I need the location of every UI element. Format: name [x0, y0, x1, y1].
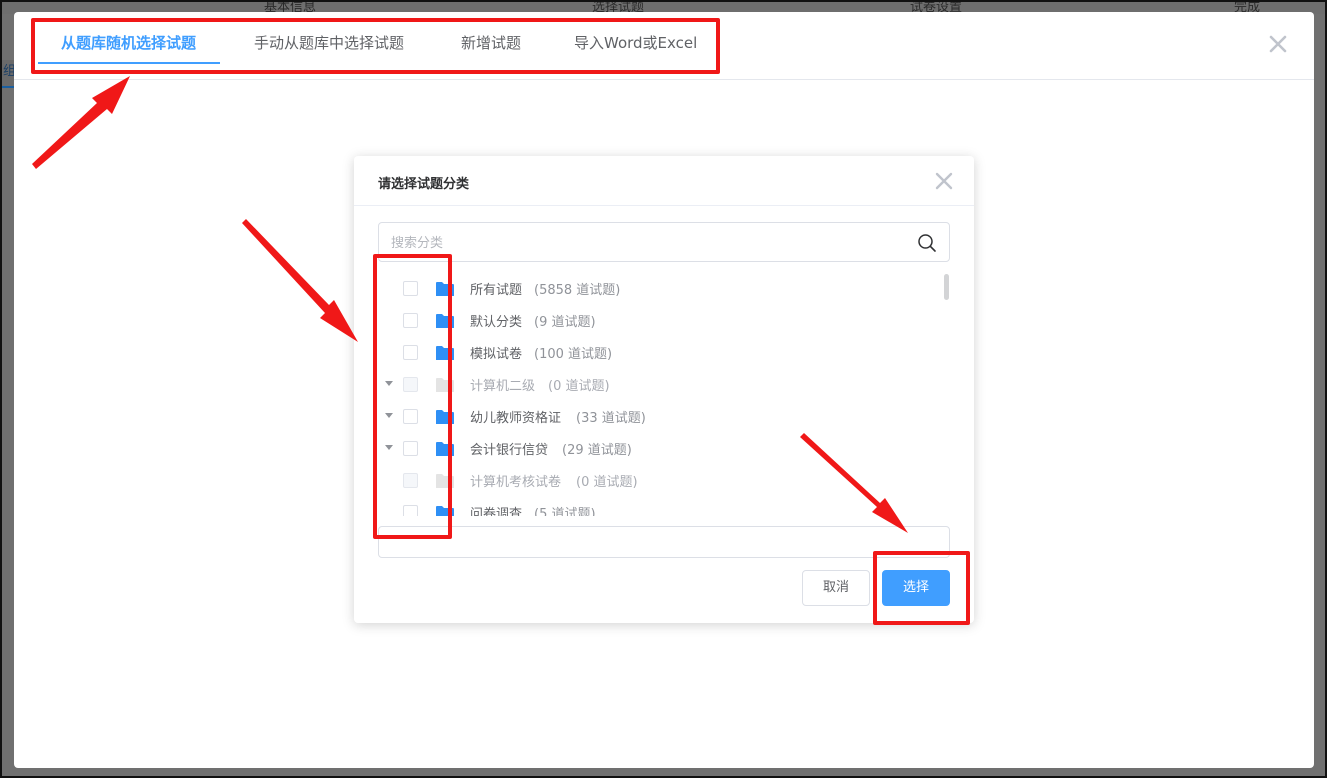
- tree-node-label: 计算机二级: [470, 379, 536, 394]
- tree-node-label: 问卷调查: [470, 507, 523, 516]
- annotation-box-tabs: [31, 18, 720, 74]
- tree-node-count: (100 道试题): [534, 347, 613, 362]
- tree-node-count: (33 道试题): [576, 411, 646, 426]
- search-icon[interactable]: [917, 233, 937, 253]
- tree-node[interactable]: 默认分类 (9 道试题): [378, 304, 938, 336]
- category-search: [378, 222, 950, 262]
- tree-node[interactable]: 幼儿教师资格证 (33 道试题): [378, 400, 938, 432]
- dialog-header: 请选择试题分类: [354, 156, 974, 206]
- tree-node-count: (29 道试题): [562, 443, 632, 458]
- tree-node[interactable]: 计算机考核试卷 (0 道试题): [378, 464, 938, 496]
- tree-node-count: (5 道试题): [534, 507, 596, 516]
- selected-categories-field[interactable]: [378, 526, 950, 558]
- tree-node[interactable]: 所有试题 (5858 道试题): [378, 272, 938, 304]
- tree-node[interactable]: 问卷调查 (5 道试题): [378, 496, 938, 516]
- tree-node[interactable]: 会计银行信贷 (29 道试题): [378, 432, 938, 464]
- tree-node-count: (5858 道试题): [534, 283, 621, 298]
- annotation-box-checkboxes: [373, 254, 452, 539]
- tree-node-label: 模拟试卷: [470, 347, 523, 362]
- tree-scrollbar[interactable]: [944, 274, 949, 300]
- tree-node-label: 计算机考核试卷: [470, 475, 562, 490]
- tree-node-count: (0 道试题): [548, 379, 610, 394]
- tree-node-label: 默认分类: [470, 315, 523, 330]
- tree-node-label: 幼儿教师资格证: [470, 411, 562, 426]
- category-tree: 所有试题 (5858 道试题) 默认分类 (9 道试题) 模拟试卷 (100 道试题) 计算…: [378, 270, 950, 516]
- annotation-box-select-button: [873, 551, 970, 625]
- tree-node-count: (9 道试题): [534, 315, 596, 330]
- screenshot-frame: 基本信息 选择试题 试卷设置 完成 组 从题库随机选择试题 手动从题库中选择试题…: [0, 0, 1327, 778]
- close-icon[interactable]: [934, 171, 954, 191]
- underlay-tab: 组: [2, 60, 16, 88]
- tree-node-label: 会计银行信贷: [470, 443, 549, 458]
- search-input[interactable]: [391, 231, 891, 255]
- tree-node[interactable]: 模拟试卷 (100 道试题): [378, 336, 938, 368]
- tree-node[interactable]: 计算机二级 (0 道试题): [378, 368, 938, 400]
- cancel-button[interactable]: 取消: [802, 570, 870, 606]
- tree-node-label: 所有试题: [470, 283, 523, 298]
- close-icon[interactable]: [1268, 34, 1288, 54]
- dialog-title: 请选择试题分类: [378, 177, 470, 192]
- tree-node-count: (0 道试题): [576, 475, 638, 490]
